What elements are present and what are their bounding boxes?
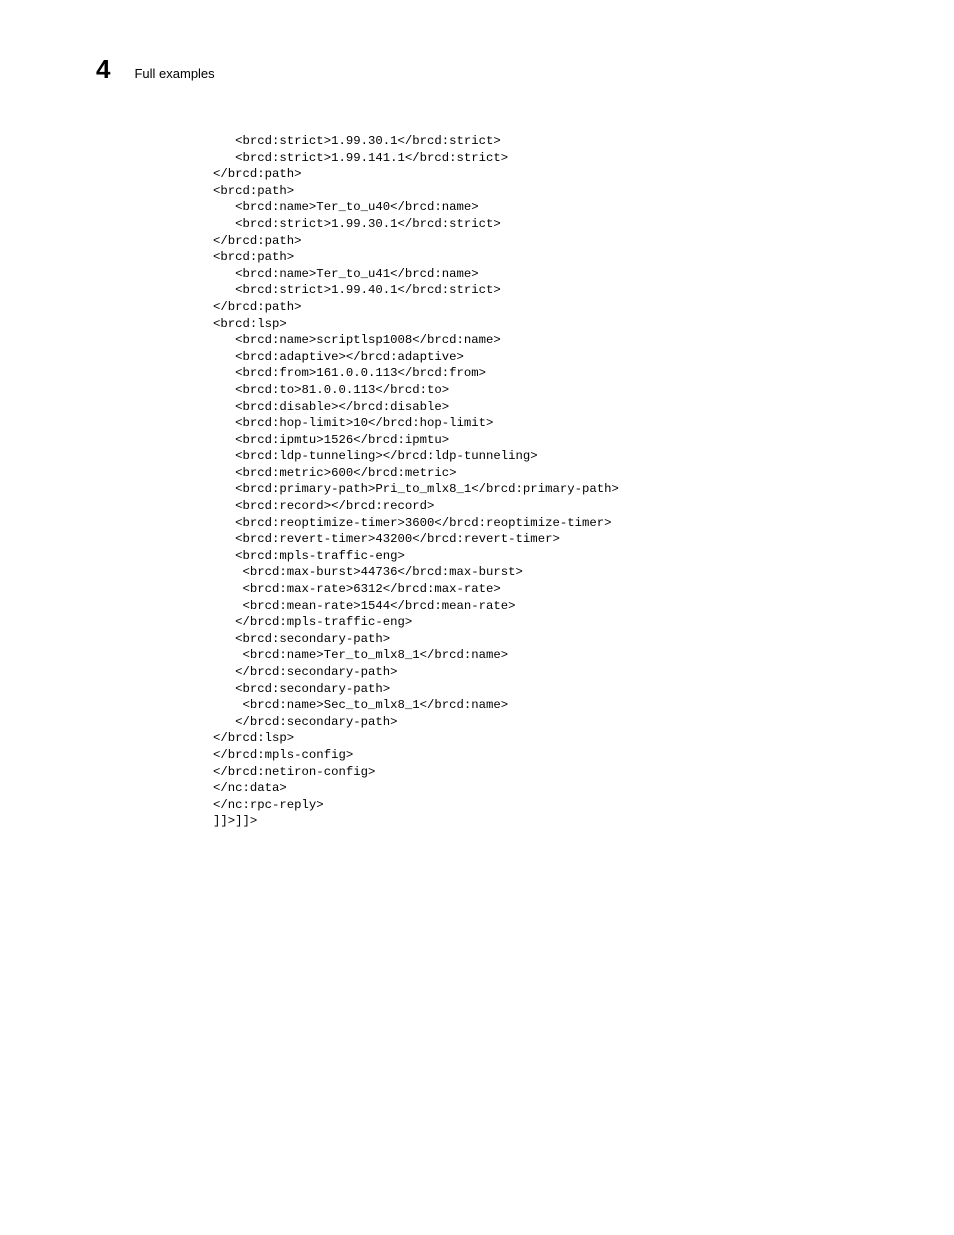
document-page: 4 Full examples <brcd:strict>1.99.30.1</… (0, 0, 954, 830)
page-header: 4 Full examples (0, 54, 954, 85)
chapter-title: Full examples (134, 66, 214, 81)
code-listing: <brcd:strict>1.99.30.1</brcd:strict> <br… (0, 133, 954, 830)
chapter-number: 4 (96, 54, 110, 85)
